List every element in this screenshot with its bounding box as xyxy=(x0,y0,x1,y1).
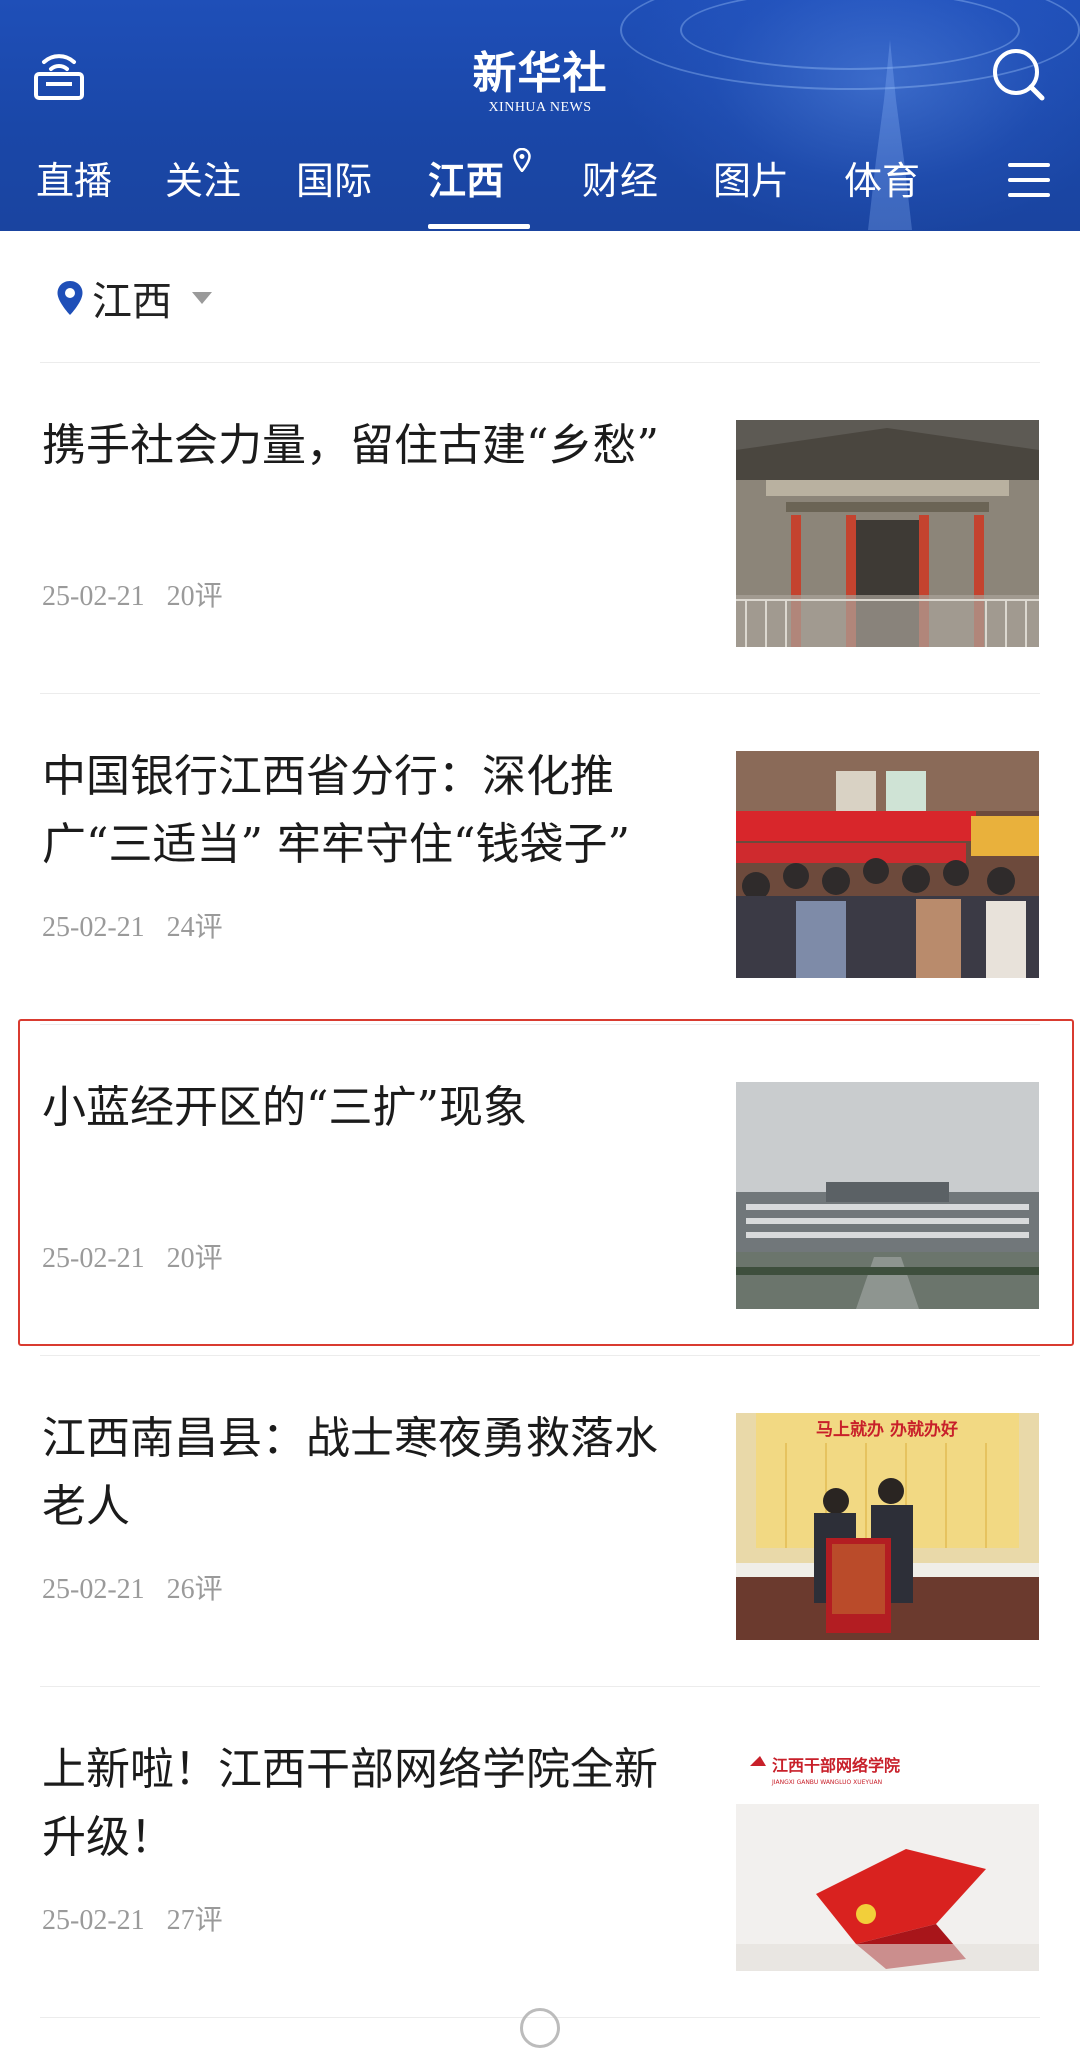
logo-chinese: 新华社 xyxy=(472,48,608,99)
news-date: 25-02-21 xyxy=(42,1905,145,1936)
bank-event-crowd-photo xyxy=(736,751,1039,978)
academy-name: 江西干部网络学院 xyxy=(772,1756,900,1775)
channel-tabs: 直播 关注 国际 江西 财经 图片 体育 xyxy=(0,148,1080,231)
news-title: 携手社会力量，留住古建“乡愁” xyxy=(42,420,659,471)
tab-finance[interactable]: 财经 xyxy=(582,156,658,206)
news-title: 江西南昌县：战士寒夜勇救落水老人 xyxy=(42,1413,658,1532)
tab-photos[interactable]: 图片 xyxy=(713,156,789,206)
news-comments: 24评 xyxy=(166,912,223,943)
app-header: 新华社 XINHUA NEWS 直播 关注 国际 江西 财经 图片 体育 xyxy=(0,0,1080,231)
news-date: 25-02-21 xyxy=(42,1574,145,1605)
ancient-building-photo xyxy=(736,420,1039,647)
news-meta: 25-02-21 27评 xyxy=(42,1898,223,1938)
tab-follow[interactable]: 关注 xyxy=(165,156,241,206)
banner-slogan: 马上就办 办就办好 xyxy=(816,1419,958,1440)
logo-english: XINHUA NEWS xyxy=(488,100,592,115)
news-date: 25-02-21 xyxy=(42,581,145,612)
news-item[interactable]: 携手社会力量，留住古建“乡愁” 25-02-21 20评 xyxy=(0,384,1080,714)
news-comments: 26评 xyxy=(166,1574,223,1605)
location-pin-icon xyxy=(513,148,531,172)
radio-icon[interactable] xyxy=(32,48,86,100)
tab-international[interactable]: 国际 xyxy=(296,156,372,206)
news-date: 25-02-21 xyxy=(42,912,145,943)
divider xyxy=(40,693,1040,694)
selection-highlight xyxy=(18,1019,1074,1346)
news-meta: 25-02-21 24评 xyxy=(42,905,223,945)
region-label: 江西 xyxy=(92,279,172,325)
news-title: 上新啦！江西干部网络学院全新升级！ xyxy=(42,1744,658,1863)
divider xyxy=(40,362,1040,363)
academy-english: JIANGXI GANBU WANGLUO XUEYUAN xyxy=(771,1779,882,1786)
active-tab-indicator xyxy=(428,224,530,229)
news-comments: 20评 xyxy=(166,581,223,612)
academy-logo-image: 江西干部网络学院 JIANGXI GANBU WANGLUO XUEYUAN xyxy=(736,1744,1039,1971)
tab-jiangxi[interactable]: 江西 xyxy=(428,156,504,206)
menu-icon[interactable] xyxy=(1006,160,1052,200)
scroll-top-icon[interactable] xyxy=(520,2008,560,2048)
news-title: 中国银行江西省分行：深化推广“三适当” 牢牢守住“钱袋子” xyxy=(42,751,630,870)
xinhua-logo: 新华社 XINHUA NEWS xyxy=(440,48,640,116)
region-selector[interactable]: 江西 xyxy=(56,268,212,328)
news-meta: 25-02-21 20评 xyxy=(42,574,223,614)
location-pin-icon xyxy=(57,281,83,315)
divider xyxy=(40,1355,1040,1356)
news-item[interactable]: 中国银行江西省分行：深化推广“三适当” 牢牢守住“钱袋子” 25-02-21 24… xyxy=(0,715,1080,1045)
tab-live[interactable]: 直播 xyxy=(36,156,112,206)
news-meta: 25-02-21 26评 xyxy=(42,1567,223,1607)
search-icon[interactable] xyxy=(990,46,1046,102)
tab-sports[interactable]: 体育 xyxy=(844,156,920,206)
news-item[interactable]: 江西南昌县：战士寒夜勇救落水老人 25-02-21 26评 马上就办 办就办好 xyxy=(0,1377,1080,1707)
chevron-down-icon xyxy=(192,292,212,304)
banner-presentation-photo: 马上就办 办就办好 xyxy=(736,1413,1039,1640)
news-comments: 27评 xyxy=(166,1905,223,1936)
news-item[interactable]: 上新啦！江西干部网络学院全新升级！ 25-02-21 27评 江西干部网络学院 J… xyxy=(0,1708,1080,2038)
divider xyxy=(40,1686,1040,1687)
